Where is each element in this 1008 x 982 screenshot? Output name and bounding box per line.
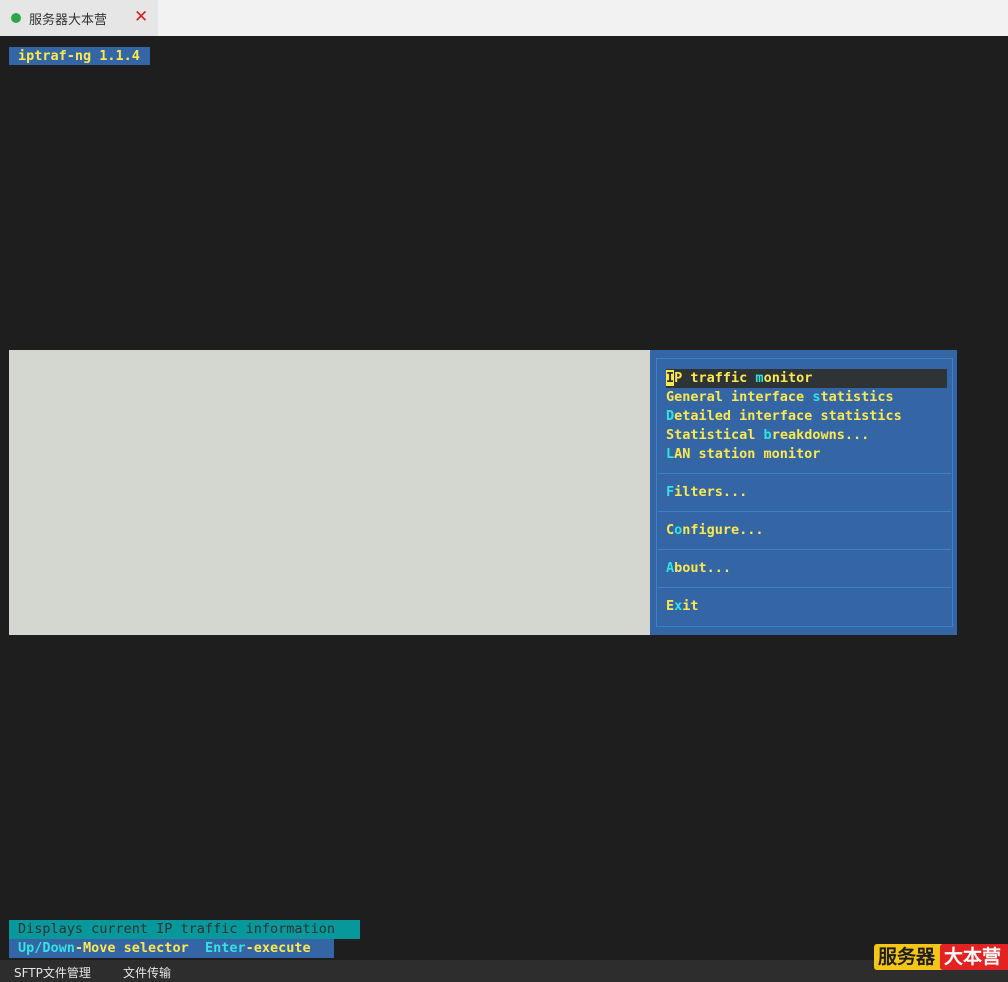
menu-item-exit[interactable]: Exit (666, 597, 947, 616)
menu-item-statistical-breakdowns[interactable]: Statistical breakdowns... (666, 426, 947, 445)
status-key-help: Up/Down-Move selector Enter-execute (9, 939, 334, 958)
tab-title: 服务器大本营 (29, 13, 108, 28)
menu-frame: IP traffic monitor General interface sta… (656, 358, 953, 627)
app-title: iptraf-ng 1.1.4 (9, 47, 150, 65)
terminal-screen[interactable]: iptraf-ng 1.1.4 IP traffic monitor Gener… (0, 36, 1008, 960)
brand-logo-part1: 服务器 (874, 944, 946, 970)
menu-item-filters[interactable]: Filters... (666, 483, 947, 502)
bottom-bar: SFTP文件管理 文件传输 (0, 960, 1008, 982)
menu-item-detailed-interface-statistics[interactable]: Detailed interface statistics (666, 407, 947, 426)
close-icon[interactable]: ✕ (134, 7, 148, 27)
tab-bar: 服务器大本营 ✕ (0, 0, 1008, 36)
menu-item-general-interface-statistics[interactable]: General interface statistics (666, 388, 947, 407)
menu-separator (658, 473, 951, 474)
menu-item-lan-station-monitor[interactable]: LAN station monitor (666, 445, 947, 464)
file-transfer-button[interactable]: 文件传输 (123, 964, 171, 981)
menu-item-ip-traffic-monitor[interactable]: IP traffic monitor (666, 369, 947, 388)
main-menu: IP traffic monitor General interface sta… (650, 350, 957, 635)
status-description: Displays current IP traffic information (9, 920, 360, 939)
connection-status-icon (11, 13, 21, 23)
menu-item-configure[interactable]: Configure... (666, 521, 947, 540)
menu-item-about[interactable]: About... (666, 559, 947, 578)
session-tab[interactable]: 服务器大本营 ✕ (0, 0, 158, 36)
menu-backdrop-panel (9, 350, 650, 635)
menu-separator (658, 549, 951, 550)
sftp-manager-button[interactable]: SFTP文件管理 (14, 964, 91, 981)
menu-separator (658, 511, 951, 512)
brand-logo-part2: 大本营 (940, 944, 1008, 970)
menu-separator (658, 587, 951, 588)
